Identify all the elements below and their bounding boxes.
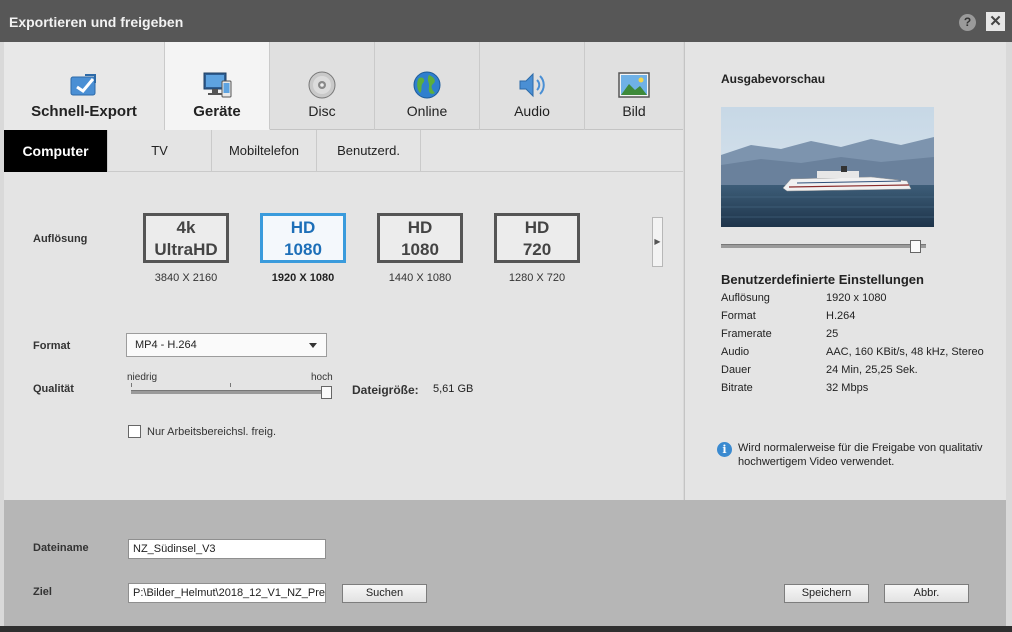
resolution-option-1440[interactable]: HD 1080	[377, 213, 463, 263]
resolution-line2: 1080	[284, 240, 322, 259]
preview-scrub-track	[721, 244, 926, 248]
settings-value: H.264	[826, 310, 856, 322]
format-value: MP4 - H.264	[135, 339, 197, 351]
quality-slider-track	[131, 390, 327, 394]
quality-slider-tick	[230, 383, 231, 387]
disc-icon	[308, 71, 336, 99]
help-button[interactable]: ?	[959, 14, 976, 31]
tab-devices[interactable]: Geräte	[165, 42, 270, 130]
settings-value: 24 Min, 25,25 Sek.	[826, 364, 918, 376]
tab-label: Geräte	[193, 103, 241, 120]
resolution-caption: 1280 X 720	[508, 272, 566, 284]
resolution-caption: 3840 X 2160	[154, 272, 218, 284]
output-panel: Dateiname NZ_Südinsel_V3 Ziel P:\Bilder_…	[4, 500, 1006, 626]
target-path-input[interactable]: P:\Bilder_Helmut\2018_12_V1_NZ_Prem	[128, 583, 326, 603]
tab-quick-export[interactable]: Schnell-Export	[4, 42, 165, 130]
quality-label: Qualität	[33, 383, 74, 395]
resolution-option-1920[interactable]: HD 1080	[260, 213, 346, 263]
save-button[interactable]: Speichern	[784, 584, 869, 603]
workarea-label: Nur Arbeitsbereichsl. freig.	[147, 426, 276, 438]
preview-title: Ausgabevorschau	[721, 72, 826, 86]
format-select[interactable]: MP4 - H.264	[126, 333, 327, 357]
resolution-line1: HD	[524, 218, 550, 237]
settings-row: Dauer 24 Min, 25,25 Sek.	[721, 364, 1001, 382]
close-button[interactable]: ✕	[986, 12, 1005, 31]
export-options-panel: Schnell-Export Geräte Disc Online Audio …	[4, 42, 683, 500]
filename-label: Dateiname	[33, 542, 89, 554]
dialog-title: Exportieren und freigeben	[9, 14, 184, 30]
filename-input[interactable]: NZ_Südinsel_V3	[128, 539, 326, 559]
quality-slider-tick	[131, 383, 132, 387]
subtab-mobile[interactable]: Mobiltelefon	[212, 130, 317, 172]
settings-key: Audio	[721, 346, 750, 358]
export-dialog: Exportieren und freigeben ? ✕ Schnell-Ex…	[0, 0, 1012, 632]
resolution-line2: 720	[522, 240, 552, 259]
devices-icon	[203, 72, 232, 98]
speaker-icon	[519, 72, 545, 98]
subtab-tv[interactable]: TV	[108, 130, 212, 172]
settings-row: Auflösung 1920 x 1080	[721, 292, 1001, 310]
resolution-line1: 4k	[176, 218, 196, 237]
settings-key: Dauer	[721, 364, 751, 376]
tab-label: Online	[406, 103, 448, 119]
quality-slider-thumb[interactable]	[321, 386, 332, 399]
resolution-line1: HD	[290, 218, 316, 237]
settings-value: 25	[826, 328, 839, 340]
resolution-caption: 1440 X 1080	[388, 272, 452, 284]
window-bottom-edge	[0, 626, 1012, 632]
image-icon	[618, 72, 650, 98]
filesize-label: Dateigröße:	[352, 383, 419, 397]
resolution-option-720[interactable]: HD 720	[494, 213, 580, 263]
target-label: Ziel	[33, 586, 52, 598]
format-label: Format	[33, 340, 71, 352]
quality-low-label: niedrig	[127, 372, 158, 383]
settings-key: Framerate	[721, 328, 772, 340]
resolution-line2: UltraHD	[154, 240, 218, 259]
tab-label: Bild	[622, 103, 646, 119]
tab-online[interactable]: Online	[375, 42, 480, 130]
settings-row: Framerate 25	[721, 328, 1001, 346]
title-bar: Exportieren und freigeben ? ✕	[0, 0, 1012, 42]
quality-high-label: hoch	[311, 372, 333, 383]
workarea-checkbox[interactable]	[128, 425, 141, 438]
cancel-button[interactable]: Abbr.	[884, 584, 969, 603]
settings-title: Benutzerdefinierte Einstellungen	[721, 272, 924, 287]
tab-label: Audio	[514, 103, 550, 119]
resolution-line1: HD	[407, 218, 433, 237]
quick-export-icon	[70, 74, 96, 96]
resolution-line2: 1080	[401, 240, 439, 259]
tab-label: Disc	[308, 103, 336, 119]
settings-key: Auflösung	[721, 292, 770, 304]
tab-disc[interactable]: Disc	[270, 42, 375, 130]
settings-key: Bitrate	[721, 382, 753, 394]
settings-value: 32 Mbps	[826, 382, 869, 394]
settings-value: 1920 x 1080	[826, 292, 887, 304]
resolution-label: Auflösung	[33, 233, 88, 245]
tab-audio[interactable]: Audio	[480, 42, 585, 130]
settings-key: Format	[721, 310, 756, 322]
settings-value: AAC, 160 KBit/s, 48 kHz, Stereo	[826, 346, 984, 358]
settings-row: Format H.264	[721, 310, 1001, 328]
settings-row: Audio AAC, 160 KBit/s, 48 kHz, Stereo	[721, 346, 1001, 364]
subtab-computer[interactable]: Computer	[4, 130, 108, 172]
tab-image[interactable]: Bild	[585, 42, 683, 130]
resolution-next-button[interactable]: ▶	[652, 217, 663, 267]
globe-icon	[413, 71, 441, 99]
resolution-option-4k[interactable]: 4k UltraHD	[143, 213, 229, 263]
filesize-value: 5,61 GB	[433, 383, 474, 395]
browse-button[interactable]: Suchen	[342, 584, 427, 603]
preview-image	[721, 107, 934, 227]
resolution-caption: 1920 X 1080	[271, 272, 335, 284]
settings-row: Bitrate 32 Mbps	[721, 382, 1001, 400]
info-text: Wird normalerweise für die Freigabe von …	[738, 442, 983, 468]
preview-scrub-thumb[interactable]	[909, 240, 921, 253]
preview-panel: Ausgabevorschau Benutzerdefinierte Einst…	[684, 42, 1006, 500]
device-subtabs: Computer TV Mobiltelefon Benutzerd.	[4, 130, 683, 172]
info-icon: i	[717, 442, 732, 457]
chevron-down-icon	[309, 343, 317, 348]
subtab-custom[interactable]: Benutzerd.	[317, 130, 421, 172]
tab-label: Schnell-Export	[31, 103, 137, 120]
export-category-tabs: Schnell-Export Geräte Disc Online Audio …	[4, 42, 683, 130]
